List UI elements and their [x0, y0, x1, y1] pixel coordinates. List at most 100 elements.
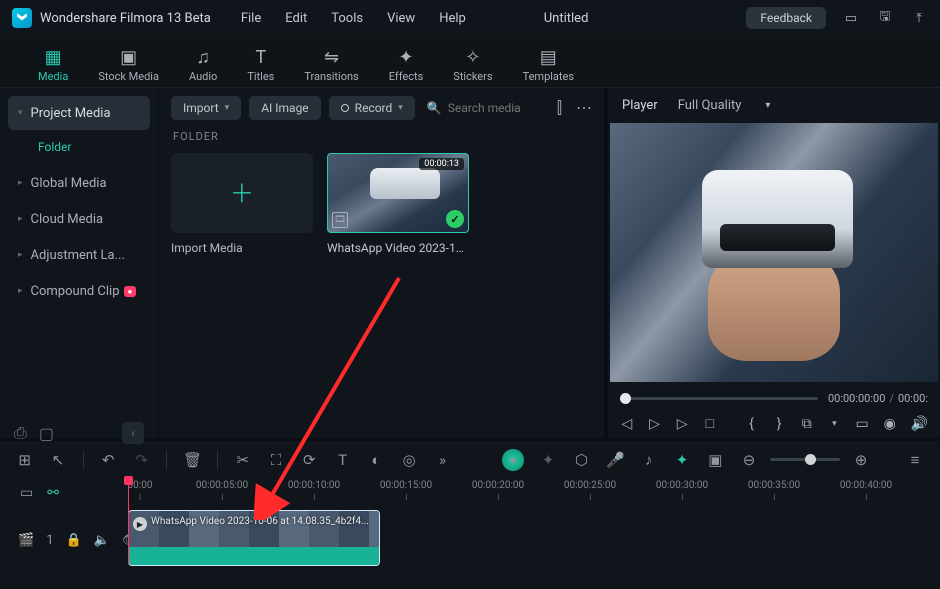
export-cloud-icon[interactable]: ⤒ — [910, 9, 928, 27]
speed-icon[interactable]: ⟳ — [301, 451, 318, 469]
chevron-right-icon: ▸ — [18, 250, 23, 260]
step-forward-icon[interactable]: ▷ — [648, 416, 662, 432]
quality-select[interactable]: Full Quality▾ — [678, 98, 771, 113]
mark-in-icon[interactable]: { — [745, 416, 759, 432]
sidebar-collapse-icon[interactable]: ‹ — [122, 422, 144, 444]
track-area[interactable]: ▶ WhatsApp Video 2023-10-06 at 14.08.35_… — [128, 510, 940, 570]
cursor-icon[interactable]: ↖ — [49, 451, 66, 469]
grid-icon[interactable]: ⊞ — [16, 451, 33, 469]
more-icon[interactable]: ⋯ — [576, 98, 592, 118]
chevron-right-icon: ▸ — [18, 286, 23, 296]
shield-icon[interactable]: ⬡ — [573, 451, 590, 469]
feedback-button[interactable]: Feedback — [746, 7, 826, 29]
sidebar-item-adjustment-layer[interactable]: ▸Adjustment La... — [8, 238, 150, 272]
chevron-down-icon: ▾ — [765, 100, 770, 111]
track-number: 1 — [46, 533, 53, 548]
total-time: 00:00: — [898, 392, 928, 405]
ai-image-button[interactable]: AI Image — [249, 96, 320, 120]
record-button[interactable]: Record▾ — [329, 96, 415, 120]
playhead[interactable] — [128, 478, 129, 564]
sidebar-item-global-media[interactable]: ▸Global Media — [8, 166, 150, 200]
mute-icon[interactable]: 🔈 — [94, 533, 110, 548]
effects-icon: ✦ — [398, 46, 413, 68]
menu-file[interactable]: File — [241, 11, 261, 26]
zoom-out-icon[interactable]: ⊖ — [740, 451, 758, 469]
sidebar-item-project-media[interactable]: ▾Project Media — [8, 96, 150, 130]
tab-stickers[interactable]: ✧Stickers — [443, 42, 502, 87]
video-track-icon[interactable]: 🎬 — [18, 533, 34, 548]
chevron-right-icon: ▸ — [18, 178, 23, 188]
lock-icon[interactable]: 🔒 — [66, 533, 82, 548]
display-icon[interactable]: ▭ — [855, 416, 869, 432]
marker-icon[interactable]: ✦ — [673, 451, 690, 469]
clip-label: WhatsApp Video 2023-10-06 at 14.08.35_4b… — [151, 516, 369, 527]
stock-icon: ▣ — [120, 46, 137, 68]
play-icon[interactable]: ▷ — [675, 416, 689, 432]
compare-icon[interactable]: ⧉ — [800, 416, 814, 432]
save-icon[interactable]: 🖫 — [876, 9, 894, 27]
zoom-slider[interactable] — [770, 458, 840, 461]
menu-tools[interactable]: Tools — [331, 11, 363, 26]
search-input[interactable] — [448, 101, 538, 115]
more-tools-icon[interactable]: » — [434, 451, 451, 469]
sidebar-item-compound-clip[interactable]: ▸Compound Clip● — [8, 274, 150, 308]
tab-audio[interactable]: ♫Audio — [179, 42, 227, 87]
filter-icon[interactable]: ⫿ — [557, 98, 562, 118]
sidebar-item-cloud-media[interactable]: ▸Cloud Media — [8, 202, 150, 236]
tab-templates[interactable]: ▤Templates — [513, 42, 584, 87]
cut-icon[interactable]: ✂ — [234, 451, 251, 469]
music-icon[interactable]: ♪ — [640, 451, 657, 469]
zoom-in-icon[interactable]: ⊕ — [852, 451, 870, 469]
redo-icon[interactable]: ↷ — [133, 451, 150, 469]
scrubber[interactable] — [620, 397, 818, 400]
track-layers-icon[interactable]: ▭ — [20, 485, 33, 501]
layout-icon[interactable]: ▭ — [842, 9, 860, 27]
search-icon: 🔍 — [427, 101, 442, 115]
sparkle-icon[interactable]: ✦ — [540, 451, 557, 469]
tab-titles[interactable]: TTitles — [237, 42, 284, 87]
mic-icon[interactable]: 🎤 — [606, 451, 624, 469]
plus-icon: + — [232, 172, 252, 214]
media-icon: ▦ — [45, 46, 62, 68]
video-preview[interactable] — [610, 123, 938, 382]
volume-icon[interactable]: 🔊 — [911, 416, 928, 432]
import-button[interactable]: Import▾ — [171, 96, 241, 120]
zoom-knob[interactable] — [805, 454, 816, 465]
text-icon[interactable]: T — [334, 451, 351, 469]
stop-icon[interactable]: □ — [703, 415, 717, 432]
clip-play-icon: ▶ — [133, 517, 147, 531]
mark-out-icon[interactable]: } — [772, 416, 786, 432]
ai-robot-icon[interactable]: ● — [502, 449, 523, 471]
adjust-icon[interactable]: ◎ — [401, 451, 418, 469]
current-time: 00:00:00:00 — [828, 392, 885, 405]
view-list-icon[interactable]: ≡ — [906, 451, 924, 469]
scrubber-handle[interactable] — [620, 393, 631, 404]
sidebar-subitem-folder[interactable]: Folder — [8, 132, 150, 166]
app-logo-icon — [12, 8, 32, 28]
tab-transitions[interactable]: ⇋Transitions — [294, 42, 368, 87]
tab-effects[interactable]: ✦Effects — [379, 42, 434, 87]
folder-icon[interactable]: ▢ — [39, 424, 54, 443]
ruler-tick: 00:00:10:00 — [288, 480, 340, 491]
color-icon[interactable]: ◐ — [367, 451, 384, 469]
chevron-down-icon: ▾ — [225, 103, 230, 113]
keyframe-icon[interactable]: ▣ — [707, 451, 724, 469]
tab-media[interactable]: ▦Media — [28, 42, 78, 87]
undo-icon[interactable]: ↶ — [100, 451, 117, 469]
crop-icon[interactable]: ⛶ — [267, 451, 284, 469]
snapshot-icon[interactable]: ◉ — [883, 416, 897, 432]
title-bar: Wondershare Filmora 13 Beta File Edit To… — [0, 0, 940, 36]
import-media-card[interactable]: + — [171, 153, 313, 233]
folder-add-icon[interactable]: ⎙ — [14, 423, 27, 443]
prev-frame-icon[interactable]: ◁ — [620, 416, 634, 432]
video-thumbnail[interactable]: 00:00:13 🎞 ✓ — [327, 153, 469, 233]
menu-edit[interactable]: Edit — [285, 11, 307, 26]
ruler-tick: 00:00:35:00 — [748, 480, 800, 491]
titles-icon: T — [255, 46, 266, 68]
delete-icon[interactable]: 🗑 — [183, 451, 201, 469]
tab-stock-media[interactable]: ▣Stock Media — [88, 42, 169, 87]
link-icon[interactable]: ⚯ — [47, 485, 59, 501]
timeline-ruler[interactable]: 00:00 00:00:05:00 00:00:10:00 00:00:15:0… — [128, 478, 940, 508]
chevron-down-icon[interactable]: ▾ — [828, 419, 842, 429]
timeline-clip[interactable]: ▶ WhatsApp Video 2023-10-06 at 14.08.35_… — [128, 510, 380, 566]
